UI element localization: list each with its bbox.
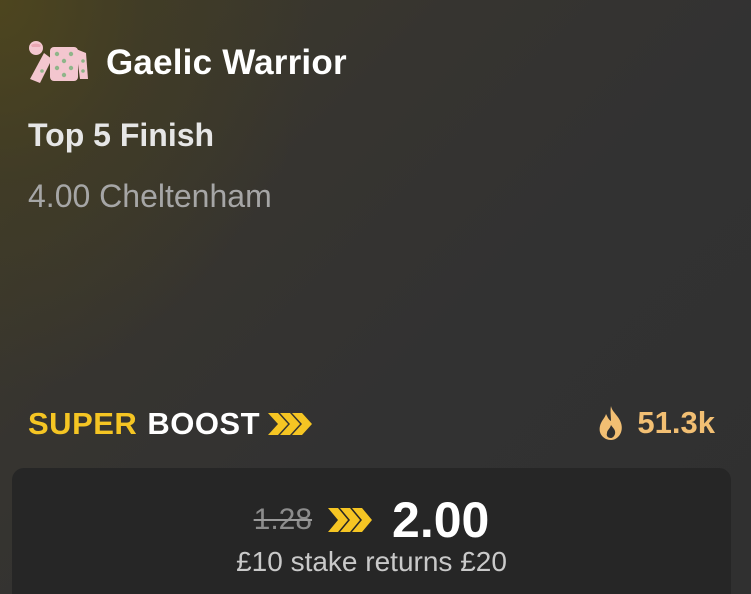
flame-icon	[600, 406, 623, 440]
popularity-indicator: 51.3k	[597, 402, 715, 444]
market-name: Top 5 Finish	[28, 117, 215, 153]
double-chevron-icon	[268, 413, 313, 435]
double-chevron-icon	[328, 508, 373, 532]
boost-text: BOOST	[147, 406, 261, 441]
horse-name: Gaelic Warrior	[106, 43, 347, 82]
boosted-odds: 2.00	[392, 492, 490, 548]
jockey-silks-icon	[29, 41, 88, 83]
old-odds: 1.28	[253, 503, 313, 536]
super-boost-card[interactable]: Gaelic Warrior Top 5 Finish 4.00 Chelten…	[0, 0, 751, 594]
odds-line: 1.28 2.00	[12, 492, 731, 548]
stake-returns: £10 stake returns £20	[236, 546, 507, 577]
popularity-count: 51.3k	[637, 405, 715, 440]
race-info: 4.00 Cheltenham	[28, 178, 272, 214]
super-text: SUPER	[28, 406, 138, 441]
selection-header: Gaelic Warrior	[26, 38, 347, 88]
super-boost-label: SUPER BOOST	[28, 404, 314, 444]
odds-button[interactable]: 1.28 2.00 £10 stake returns £20	[12, 468, 731, 594]
